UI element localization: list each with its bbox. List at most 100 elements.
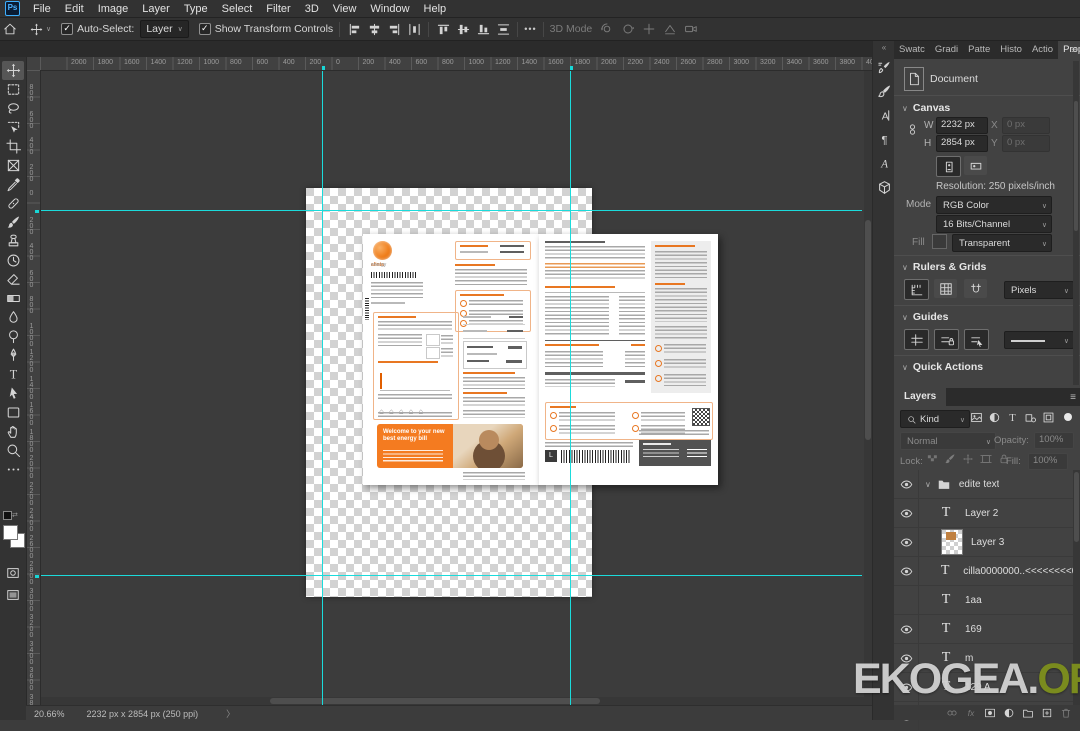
layer-visibility-eye-icon[interactable] [894,615,919,643]
panel-tab-gradi[interactable]: Gradi [930,41,963,59]
menu-type[interactable]: Type [177,2,215,16]
layer-name[interactable]: edite text [959,479,1000,490]
guide-color-dropdown[interactable]: ∨ [1004,331,1074,349]
panel-tab-swatc[interactable]: Swatc [894,41,930,59]
crop-tool[interactable] [2,137,24,156]
more-options-icon[interactable]: ••• [524,24,536,34]
vertical-scrollbar[interactable] [864,70,872,697]
auto-select-target-dropdown[interactable]: Layer ∨ [140,20,189,38]
color-mode-dropdown[interactable]: RGB Color ∨ [936,196,1052,214]
layer-thumbnail[interactable] [941,529,963,555]
fill-dropdown[interactable]: Transparent ∨ [952,234,1052,252]
vertical-ruler[interactable]: 800 600 400 200 0 200 400 600 800 1000 1200 1400 160… [26,70,41,705]
layer-row-4[interactable]: T 1aa [894,586,1076,615]
horizontal-ruler[interactable]: 2000 1800 1600 1400 1200 1000 800 600 400 200 0 200… [40,57,872,71]
menu-3d[interactable]: 3D [298,2,326,16]
layer-row-2[interactable]: Layer 3 [894,528,1076,557]
link-layers-button[interactable] [946,707,958,719]
menu-filter[interactable]: Filter [259,2,297,16]
layer-name[interactable]: Layer 2 [965,508,998,519]
menu-view[interactable]: View [326,2,364,16]
lock-paint-button[interactable] [944,453,956,465]
layer-visibility-eye-icon[interactable] [894,528,919,556]
zoom-tool[interactable] [2,441,24,460]
toggle-snap-button[interactable] [964,279,987,298]
panel-tab-actio[interactable]: Actio [1027,41,1058,59]
eyedropper-tool[interactable] [2,175,24,194]
bit-depth-dropdown[interactable]: 16 Bits/Channel ∨ [936,215,1052,233]
path-selection-tool[interactable] [2,384,24,403]
smart-object-filter-button[interactable] [1042,411,1055,424]
portrait-orientation-button[interactable] [936,156,961,177]
foreground-color-swatch[interactable] [3,525,18,540]
frame-tool[interactable] [2,156,24,175]
layers-menu-icon[interactable]: ≡ [1070,392,1076,403]
lock-transparent-button[interactable] [926,453,938,465]
quick-actions-section-header[interactable]: ∨ Quick Actions [902,361,983,373]
move-tool[interactable] [2,61,24,80]
brush-tool[interactable] [2,213,24,232]
menu-image[interactable]: Image [91,2,136,16]
guide-vertical-2[interactable] [570,70,571,705]
layers-fill-field[interactable]: 100% [1028,453,1068,470]
add-mask-button[interactable] [984,707,996,719]
brush-settings-button[interactable] [873,55,895,79]
new-layer-button[interactable] [1041,707,1053,719]
guide-horizontal-2[interactable] [40,575,862,576]
paragraph-panel-button[interactable]: ¶ [873,127,895,151]
type-filter-button[interactable]: T [1006,411,1019,424]
zoom-level-field[interactable]: 20.66% [34,709,65,719]
rulers-grids-section-header[interactable]: ∨ Rulers & Grids [902,261,986,273]
layer-name[interactable]: Layer 3 [971,537,1004,548]
home-icon[interactable] [0,20,20,38]
auto-select-checkbox[interactable]: ✓ [61,23,74,35]
link-dimensions-icon[interactable] [906,123,919,136]
guide-horizontal-1[interactable] [40,210,862,211]
toggle-grid-button[interactable] [934,279,957,298]
filter-toggle-icon[interactable] [1064,413,1072,421]
menu-file[interactable]: File [26,2,58,16]
layer-filter-dropdown[interactable]: Kind ∨ [900,410,970,428]
properties-scrollbar[interactable] [1073,61,1079,385]
rectangular-marquee-tool[interactable] [2,80,24,99]
menu-edit[interactable]: Edit [58,2,91,16]
quick-mask-button[interactable] [2,563,24,582]
align-bottom-button[interactable] [475,20,491,38]
panel-menu-icon[interactable]: ≡ [1071,45,1077,56]
menu-window[interactable]: Window [363,2,416,16]
swap-colors-icon[interactable]: ⇄ [12,511,18,519]
lock-artboard-button[interactable] [980,453,992,465]
3d-roll-button[interactable] [621,22,635,36]
clear-guides-button[interactable] [964,329,989,350]
eraser-tool[interactable] [2,270,24,289]
menu-help[interactable]: Help [417,2,454,16]
panel-tab-patte[interactable]: Patte [963,41,995,59]
align-center-h-button[interactable] [366,20,382,38]
align-right-button[interactable] [386,20,402,38]
3d-slide-button[interactable] [663,22,677,36]
shape-filter-button[interactable] [1024,411,1037,424]
layer-row-5[interactable]: T 169 [894,615,1076,644]
layer-name[interactable]: 1aa [965,595,982,606]
layer-visibility-eye-icon[interactable] [894,499,919,527]
object-selection-tool[interactable] [2,118,24,137]
blur-tool[interactable] [2,308,24,327]
spot-healing-brush-tool[interactable] [2,194,24,213]
horizontal-type-tool[interactable]: T [2,365,24,384]
chevron-down-icon[interactable]: ∨ [46,25,51,33]
align-top-button[interactable] [435,20,451,38]
color-swatches[interactable]: ⇄ [3,511,25,555]
move-tool-preset-icon[interactable] [26,20,46,38]
3d-orbit-button[interactable] [600,22,614,36]
history-brush-tool[interactable] [2,251,24,270]
horizontal-scrollbar[interactable] [40,697,872,705]
ruler-corner[interactable] [26,57,41,71]
adjustment-filter-button[interactable] [988,411,1001,424]
layer-name[interactable]: cilla0000000..<<<<<<<<0 d [963,566,1076,577]
layer-row-3[interactable]: Tcilla0000000..<<<<<<<<0 d [894,557,1076,586]
units-dropdown[interactable]: Pixels ∨ [1004,281,1074,299]
layers-tab[interactable]: Layers [894,388,947,409]
height-field[interactable]: 2854 px [936,135,988,152]
status-chevron-icon[interactable]: 〉 [226,707,235,720]
glyphs-panel-button[interactable]: A [873,151,895,175]
